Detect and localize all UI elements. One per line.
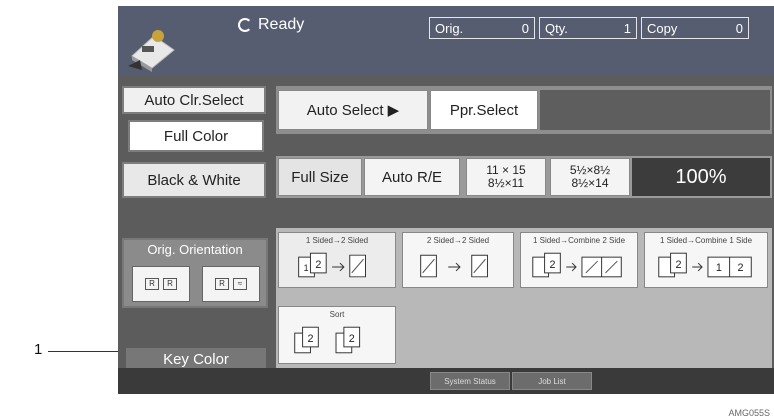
auto-color-select-button[interactable]: Auto Clr.Select [122,86,266,114]
auto-reduce-enlarge-button[interactable]: Auto R/E [364,158,460,196]
qty-counter: Qty. 1 [539,17,637,39]
orig-orientation-label: Orig. Orientation [147,242,243,257]
orig-orientation-group: Orig. Orientation R R R ≈ [122,238,268,308]
full-color-button[interactable]: Full Color [128,120,264,152]
bottom-bar: System Status Job List [118,368,774,394]
full-size-button[interactable]: Full Size [278,158,362,196]
orientation-readable-button[interactable]: R R [132,266,190,302]
ratio-preset-1-button[interactable]: 11 × 15 8½×11 [466,158,546,196]
system-status-button[interactable]: System Status [430,372,510,390]
page-rotated-icon: ≈ [233,278,247,290]
page-portrait-icon: R [145,278,159,290]
one-to-two-sided-icon: 2 1 [298,252,366,278]
copy-value: 0 [735,20,743,36]
duplex-mode-area: 1 Sided→2 Sided 2 1 2 Sided→2 Sided 1 Si… [276,228,772,368]
paper-select-row: Auto Select ▶ Ppr.Select [276,86,772,134]
page-portrait-icon: R [215,278,229,290]
mode-label: 1 Sided→Combine 1 Side [659,236,753,245]
sort-button[interactable]: Sort 2 2 [278,306,396,364]
mode-label: 2 Sided→2 Sided [426,236,490,245]
job-list-button[interactable]: Job List [512,372,592,390]
orig-counter: Orig. 0 [429,17,535,39]
copy-counter: Copy 0 [641,17,749,39]
two-to-two-sided-icon [420,254,488,278]
reduce-enlarge-row: Full Size Auto R/E 11 × 15 8½×11 5½×8½ 8… [276,156,772,198]
one-to-two-sided-button[interactable]: 1 Sided→2 Sided 2 1 [278,232,396,288]
black-white-button[interactable]: Black & White [122,162,266,198]
page-portrait-icon: R [163,278,177,290]
svg-text:2: 2 [349,333,355,345]
refresh-icon [238,18,252,32]
figure-code: AMG055S [728,408,770,418]
key-color-label: Key Color [126,348,266,370]
copy-label: Copy [647,20,678,36]
ratio-preset-1-to: 8½×11 [487,176,525,190]
svg-text:2: 2 [315,259,321,271]
ratio-preset-2-to: 8½×14 [571,176,609,190]
ratio-preset-2-button[interactable]: 5½×8½ 8½×14 [550,158,630,196]
ready-status: Ready [238,16,304,34]
mode-label: 1 Sided→Combine 2 Side [532,236,626,245]
mode-label: Sort [329,310,345,319]
counters: Orig. 0 Qty. 1 Copy 0 [429,17,749,39]
svg-text:1: 1 [304,263,309,273]
svg-text:2: 2 [737,262,743,274]
combine-two-side-button[interactable]: 1 Sided→Combine 2 Side 2 [520,232,638,288]
orig-value: 0 [521,20,529,36]
copier-screen: Ready Orig. 0 Qty. 1 Copy 0 Auto Clr.Sel… [118,6,774,394]
callout-line [48,351,126,352]
combine-one-side-button[interactable]: 1 Sided→Combine 1 Side 2 1 2 [644,232,768,288]
ready-text: Ready [258,16,305,33]
orientation-unreadable-button[interactable]: R ≈ [202,266,260,302]
paper-select-button[interactable]: Ppr.Select [430,90,538,130]
mode-label: 1 Sided→2 Sided [305,236,369,245]
callout-number: 1 [34,341,43,358]
auto-select-button[interactable]: Auto Select ▶ [278,90,428,130]
copier-app-icon [128,30,175,72]
svg-text:2: 2 [550,259,556,271]
qty-label: Qty. [545,20,568,36]
sort-icon: 2 2 [294,326,361,354]
combine-two-side-icon: 2 [532,252,622,278]
svg-text:2: 2 [676,259,682,271]
ratio-percent-display[interactable]: 100% [632,158,770,196]
two-to-two-sided-button[interactable]: 2 Sided→2 Sided [402,232,514,288]
qty-value: 1 [623,20,631,36]
combine-one-side-icon: 2 1 2 [658,252,752,278]
svg-text:2: 2 [308,333,314,345]
status-bar: Ready Orig. 0 Qty. 1 Copy 0 [118,6,774,76]
paper-tray-area [540,90,770,130]
svg-text:1: 1 [716,262,722,274]
orig-label: Orig. [435,20,464,36]
